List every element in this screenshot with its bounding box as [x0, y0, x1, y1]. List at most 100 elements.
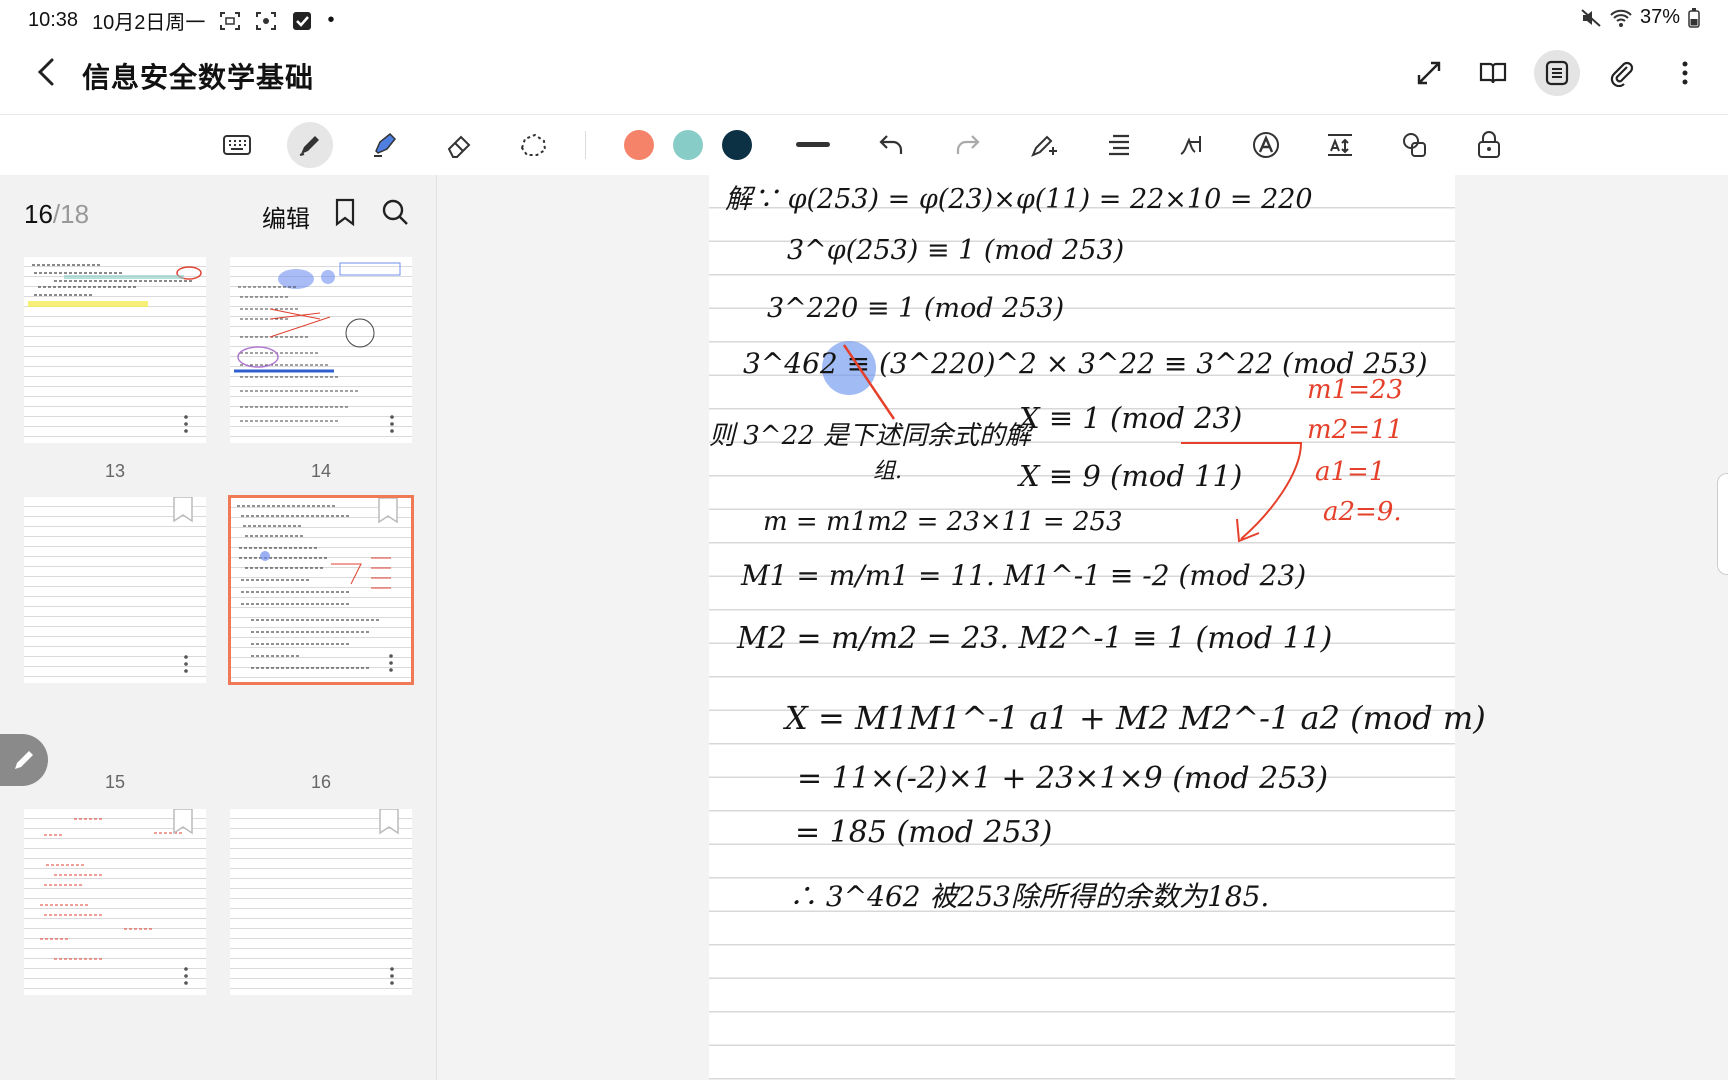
font-style-tool[interactable]: [1243, 122, 1289, 168]
note-line: M1 = m/m1 = 11. M1^-1 ≡ -2 (mod 23): [741, 559, 1307, 592]
thumbnail-label: 16: [310, 772, 332, 792]
thumbnail-content: [237, 505, 391, 669]
toolbar-divider: [585, 131, 586, 159]
screen-record-icon: [256, 11, 277, 30]
red-annotation: m2=11: [1307, 415, 1404, 445]
thumbnail-more-icon[interactable]: [390, 967, 394, 985]
page-thumbnail[interactable]: [24, 257, 206, 443]
book-view-button[interactable]: [1470, 50, 1516, 96]
color-swatch-orange[interactable]: [624, 130, 654, 160]
more-button[interactable]: [1662, 50, 1708, 96]
current-page: 16: [24, 199, 53, 229]
pen-tool[interactable]: [287, 122, 333, 168]
thumbnail-bookmark-icon[interactable]: [172, 497, 194, 523]
note-line: m = m1m2 = 23×11 = 253: [763, 507, 1123, 537]
note-line: X = M1M1^-1 a1 + M2 M2^-1 a2 (mod m): [785, 699, 1486, 737]
redo-button[interactable]: [945, 122, 991, 168]
status-bar: 10:38 10月2日周一 • 37%: [0, 0, 1728, 36]
lock-tool[interactable]: [1466, 122, 1512, 168]
pen-icon: [299, 136, 319, 156]
note-line: M2 = m/m2 = 23. M2^-1 ≡ 1 (mod 11): [737, 621, 1333, 656]
thumbnail-label: 14: [310, 461, 332, 481]
search-icon[interactable]: [380, 197, 410, 227]
text-size-tool[interactable]: [1317, 122, 1363, 168]
thumbnail-bookmark-icon[interactable]: [172, 809, 194, 835]
edit-button[interactable]: 编辑: [262, 199, 310, 234]
notebook-title: 信息安全数学基础: [82, 62, 315, 93]
shapes-tool[interactable]: [1392, 122, 1438, 168]
status-time: 10:38: [28, 9, 79, 31]
page-thumbnail-selected[interactable]: [228, 495, 414, 685]
note-line: 组.: [873, 459, 902, 484]
red-annotation: a2=9.: [1323, 497, 1402, 527]
text-align-icon: [1109, 134, 1129, 156]
back-arrow-icon[interactable]: [30, 54, 66, 90]
note-line: 3^φ(253) ≡ 1 (mod 253): [787, 235, 1125, 266]
page-thumbnail[interactable]: [24, 497, 206, 683]
page-thumbnail[interactable]: [230, 809, 412, 995]
thumbnail-bookmark-icon[interactable]: [377, 498, 399, 524]
keyboard-icon: [223, 135, 251, 155]
note-line: ∴ 3^462 被253除所得的余数为185.: [789, 880, 1270, 913]
drawing-toolbar: [0, 114, 1728, 176]
lasso-icon: [520, 133, 547, 156]
eraser-tool[interactable]: [436, 122, 482, 168]
thumbnail-more-icon[interactable]: [389, 654, 393, 672]
thumbnail-more-icon[interactable]: [184, 655, 188, 673]
thumbnail-more-icon[interactable]: [390, 415, 394, 433]
redo-icon: [956, 135, 980, 154]
font-a-icon: [1253, 132, 1279, 158]
pen-settings-icon: [1031, 135, 1057, 157]
page-thumbnail[interactable]: [230, 257, 412, 443]
attachment-button[interactable]: [1598, 50, 1644, 96]
thumbnail-more-icon[interactable]: [184, 967, 188, 985]
note-line: X ≡ 1 (mod 23): [1019, 401, 1243, 435]
stroke-width-icon: [796, 142, 830, 147]
note-line: 3^220 ≡ 1 (mod 253): [767, 293, 1065, 324]
mute-icon: [1581, 8, 1601, 27]
paperclip-icon: [1610, 61, 1634, 87]
thumbnail-label: 13: [104, 461, 126, 481]
color-swatch-navy[interactable]: [722, 130, 752, 160]
thumbnail-content: [234, 262, 401, 422]
screenshot-icon: [220, 11, 241, 30]
lasso-tool[interactable]: [510, 122, 556, 168]
highlighter-tool[interactable]: [361, 122, 407, 168]
shapes-icon: [1403, 133, 1426, 157]
color-swatch-teal[interactable]: [673, 130, 703, 160]
page-thumbnail[interactable]: [24, 809, 206, 995]
thumbnail-more-icon[interactable]: [184, 415, 188, 433]
checkbox-icon: [293, 11, 312, 30]
page-list-button[interactable]: [1534, 50, 1580, 96]
red-annotation: a1=1: [1315, 457, 1386, 487]
book-icon: [1479, 62, 1507, 84]
keyboard-tool[interactable]: [214, 122, 260, 168]
thumbnail-bookmark-icon[interactable]: [378, 809, 400, 835]
wifi-icon: [1610, 9, 1632, 27]
red-strike-mark: [842, 344, 896, 420]
pencil-icon: [15, 751, 33, 769]
note-line: 则 3^22 是下述同余式的解: [709, 421, 1031, 451]
title-bar: 信息安全数学基础: [0, 36, 1728, 114]
fullscreen-button[interactable]: [1406, 50, 1452, 96]
eraser-icon: [447, 135, 471, 158]
thumbnail-label: 15: [104, 772, 126, 792]
undo-button[interactable]: [868, 122, 914, 168]
handwriting-tool[interactable]: [1170, 122, 1216, 168]
stroke-width-tool[interactable]: [790, 122, 836, 168]
bookmark-icon[interactable]: [330, 197, 360, 227]
page-edge-handle[interactable]: [1717, 473, 1728, 575]
status-date: 10月2日周一: [92, 12, 206, 34]
note-page[interactable]: 解∵ φ(253) = φ(23)×φ(11) = 22×10 = 220 3^…: [709, 175, 1486, 1080]
note-line: 解∵ φ(253) = φ(23)×φ(11) = 22×10 = 220: [725, 184, 1313, 215]
red-annotation: m1=23: [1307, 375, 1404, 405]
note-line: = 11×(-2)×1 + 23×1×9 (mod 253): [797, 761, 1329, 796]
text-align-tool[interactable]: [1096, 122, 1142, 168]
red-arrow-mark: [1181, 442, 1303, 543]
note-line: = 185 (mod 253): [795, 815, 1053, 850]
thumbnail-content: [40, 818, 184, 960]
document-icon: [1545, 60, 1569, 86]
note-canvas[interactable]: 解∵ φ(253) = φ(23)×φ(11) = 22×10 = 220 3^…: [437, 175, 1728, 1080]
pen-settings-tool[interactable]: [1021, 122, 1067, 168]
text-size-icon: [1328, 134, 1352, 156]
